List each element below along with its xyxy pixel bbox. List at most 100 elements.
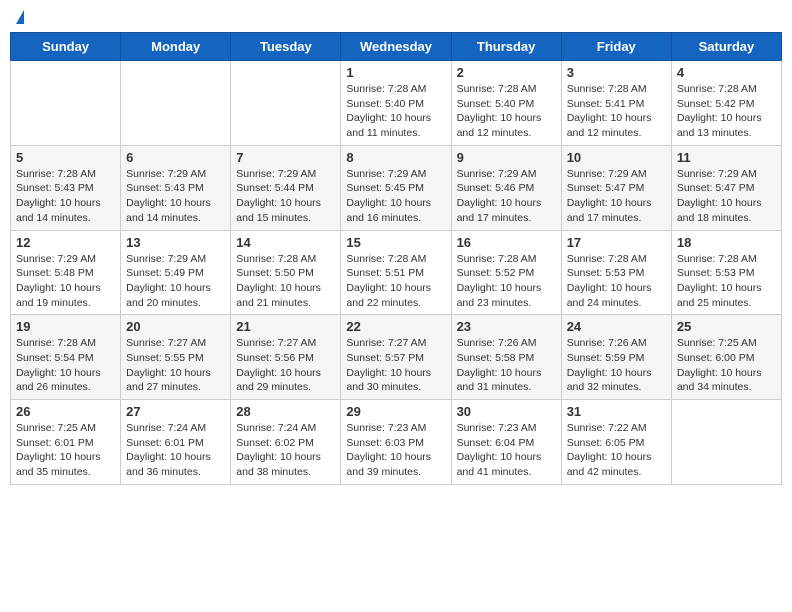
cell-date-number: 18 bbox=[677, 235, 776, 250]
calendar-week-1: 1 Sunrise: 7:28 AM Sunset: 5:40 PM Daylig… bbox=[11, 61, 782, 146]
cell-date-number: 13 bbox=[126, 235, 225, 250]
cell-sun-info: Sunrise: 7:29 AM Sunset: 5:48 PM Dayligh… bbox=[16, 252, 115, 311]
cell-date-number: 12 bbox=[16, 235, 115, 250]
calendar-week-5: 26Sunrise: 7:25 AM Sunset: 6:01 PM Dayli… bbox=[11, 400, 782, 485]
calendar-cell: 29 Sunrise: 7:23 AM Sunset: 6:03 PM Dayli… bbox=[341, 400, 451, 485]
cell-sun-info: Sunrise: 7:27 AM Sunset: 5:56 PM Dayligh… bbox=[236, 336, 335, 395]
cell-sun-info: Sunrise: 7:23 AM Sunset: 6:04 PM Dayligh… bbox=[457, 421, 556, 480]
cell-date-number: 8 bbox=[346, 150, 445, 165]
calendar-cell: 17 Sunrise: 7:28 AM Sunset: 5:53 PM Dayli… bbox=[561, 230, 671, 315]
cell-sun-info: Sunrise: 7:24 AM Sunset: 6:01 PM Dayligh… bbox=[126, 421, 225, 480]
calendar-cell: 3 Sunrise: 7:28 AM Sunset: 5:41 PM Daylig… bbox=[561, 61, 671, 146]
cell-date-number: 9 bbox=[457, 150, 556, 165]
calendar-cell: 9 Sunrise: 7:29 AM Sunset: 5:46 PM Daylig… bbox=[451, 145, 561, 230]
calendar-table: SundayMondayTuesdayWednesdayThursdayFrid… bbox=[10, 32, 782, 485]
cell-sun-info: Sunrise: 7:22 AM Sunset: 6:05 PM Dayligh… bbox=[567, 421, 666, 480]
calendar-cell: 25Sunrise: 7:25 AM Sunset: 6:00 PM Dayli… bbox=[671, 315, 781, 400]
cell-date-number: 31 bbox=[567, 404, 666, 419]
cell-date-number: 30 bbox=[457, 404, 556, 419]
weekday-header-friday: Friday bbox=[561, 33, 671, 61]
calendar-cell: 12 Sunrise: 7:29 AM Sunset: 5:48 PM Dayli… bbox=[11, 230, 121, 315]
cell-sun-info: Sunrise: 7:29 AM Sunset: 5:49 PM Dayligh… bbox=[126, 252, 225, 311]
cell-date-number: 4 bbox=[677, 65, 776, 80]
calendar-cell: 11 Sunrise: 7:29 AM Sunset: 5:47 PM Dayli… bbox=[671, 145, 781, 230]
cell-date-number: 28 bbox=[236, 404, 335, 419]
cell-sun-info: Sunrise: 7:29 AM Sunset: 5:43 PM Dayligh… bbox=[126, 167, 225, 226]
cell-sun-info: Sunrise: 7:28 AM Sunset: 5:41 PM Dayligh… bbox=[567, 82, 666, 141]
cell-sun-info: Sunrise: 7:27 AM Sunset: 5:55 PM Dayligh… bbox=[126, 336, 225, 395]
cell-sun-info: Sunrise: 7:29 AM Sunset: 5:46 PM Dayligh… bbox=[457, 167, 556, 226]
calendar-cell: 5 Sunrise: 7:28 AM Sunset: 5:43 PM Daylig… bbox=[11, 145, 121, 230]
weekday-header-wednesday: Wednesday bbox=[341, 33, 451, 61]
cell-date-number: 19 bbox=[16, 319, 115, 334]
cell-sun-info: Sunrise: 7:28 AM Sunset: 5:53 PM Dayligh… bbox=[567, 252, 666, 311]
cell-date-number: 27 bbox=[126, 404, 225, 419]
calendar-cell: 20 Sunrise: 7:27 AM Sunset: 5:55 PM Dayli… bbox=[121, 315, 231, 400]
calendar-cell: 15 Sunrise: 7:28 AM Sunset: 5:51 PM Dayli… bbox=[341, 230, 451, 315]
calendar-week-2: 5 Sunrise: 7:28 AM Sunset: 5:43 PM Daylig… bbox=[11, 145, 782, 230]
cell-sun-info: Sunrise: 7:28 AM Sunset: 5:42 PM Dayligh… bbox=[677, 82, 776, 141]
page-header bbox=[10, 10, 782, 24]
cell-date-number: 1 bbox=[346, 65, 445, 80]
cell-date-number: 29 bbox=[346, 404, 445, 419]
cell-date-number: 14 bbox=[236, 235, 335, 250]
cell-sun-info: Sunrise: 7:24 AM Sunset: 6:02 PM Dayligh… bbox=[236, 421, 335, 480]
calendar-cell: 14 Sunrise: 7:28 AM Sunset: 5:50 PM Dayli… bbox=[231, 230, 341, 315]
cell-sun-info: Sunrise: 7:28 AM Sunset: 5:40 PM Dayligh… bbox=[346, 82, 445, 141]
calendar-cell: 31 Sunrise: 7:22 AM Sunset: 6:05 PM Dayli… bbox=[561, 400, 671, 485]
cell-date-number: 22 bbox=[346, 319, 445, 334]
cell-date-number: 15 bbox=[346, 235, 445, 250]
calendar-cell: 28 Sunrise: 7:24 AM Sunset: 6:02 PM Dayli… bbox=[231, 400, 341, 485]
cell-sun-info: Sunrise: 7:27 AM Sunset: 5:57 PM Dayligh… bbox=[346, 336, 445, 395]
weekday-header-sunday: Sunday bbox=[11, 33, 121, 61]
calendar-cell: 7 Sunrise: 7:29 AM Sunset: 5:44 PM Daylig… bbox=[231, 145, 341, 230]
calendar-week-3: 12 Sunrise: 7:29 AM Sunset: 5:48 PM Dayli… bbox=[11, 230, 782, 315]
cell-date-number: 3 bbox=[567, 65, 666, 80]
weekday-header-saturday: Saturday bbox=[671, 33, 781, 61]
calendar-cell: 18 Sunrise: 7:28 AM Sunset: 5:53 PM Dayli… bbox=[671, 230, 781, 315]
calendar-cell: 24 Sunrise: 7:26 AM Sunset: 5:59 PM Dayli… bbox=[561, 315, 671, 400]
calendar-cell: 30 Sunrise: 7:23 AM Sunset: 6:04 PM Dayli… bbox=[451, 400, 561, 485]
calendar-cell: 26Sunrise: 7:25 AM Sunset: 6:01 PM Dayli… bbox=[11, 400, 121, 485]
calendar-cell: 13 Sunrise: 7:29 AM Sunset: 5:49 PM Dayli… bbox=[121, 230, 231, 315]
calendar-cell: 16Sunrise: 7:28 AM Sunset: 5:52 PM Dayli… bbox=[451, 230, 561, 315]
cell-date-number: 10 bbox=[567, 150, 666, 165]
calendar-cell: 22 Sunrise: 7:27 AM Sunset: 5:57 PM Dayli… bbox=[341, 315, 451, 400]
cell-date-number: 6 bbox=[126, 150, 225, 165]
cell-sun-info: Sunrise: 7:29 AM Sunset: 5:47 PM Dayligh… bbox=[567, 167, 666, 226]
cell-sun-info: Sunrise: 7:28 AM Sunset: 5:50 PM Dayligh… bbox=[236, 252, 335, 311]
calendar-cell bbox=[11, 61, 121, 146]
cell-sun-info: Sunrise: 7:26 AM Sunset: 5:59 PM Dayligh… bbox=[567, 336, 666, 395]
cell-sun-info: Sunrise: 7:28 AM Sunset: 5:52 PM Dayligh… bbox=[457, 252, 556, 311]
cell-sun-info: Sunrise: 7:28 AM Sunset: 5:53 PM Dayligh… bbox=[677, 252, 776, 311]
cell-date-number: 21 bbox=[236, 319, 335, 334]
cell-date-number: 17 bbox=[567, 235, 666, 250]
cell-sun-info: Sunrise: 7:23 AM Sunset: 6:03 PM Dayligh… bbox=[346, 421, 445, 480]
calendar-cell: 10 Sunrise: 7:29 AM Sunset: 5:47 PM Dayli… bbox=[561, 145, 671, 230]
cell-date-number: 7 bbox=[236, 150, 335, 165]
cell-date-number: 5 bbox=[16, 150, 115, 165]
calendar-cell bbox=[231, 61, 341, 146]
cell-date-number: 26 bbox=[16, 404, 115, 419]
cell-sun-info: Sunrise: 7:28 AM Sunset: 5:43 PM Dayligh… bbox=[16, 167, 115, 226]
cell-sun-info: Sunrise: 7:28 AM Sunset: 5:40 PM Dayligh… bbox=[457, 82, 556, 141]
cell-sun-info: Sunrise: 7:28 AM Sunset: 5:51 PM Dayligh… bbox=[346, 252, 445, 311]
cell-date-number: 23 bbox=[457, 319, 556, 334]
cell-sun-info: Sunrise: 7:29 AM Sunset: 5:47 PM Dayligh… bbox=[677, 167, 776, 226]
cell-date-number: 20 bbox=[126, 319, 225, 334]
cell-sun-info: Sunrise: 7:28 AM Sunset: 5:54 PM Dayligh… bbox=[16, 336, 115, 395]
weekday-header-thursday: Thursday bbox=[451, 33, 561, 61]
logo bbox=[14, 10, 24, 24]
calendar-cell: 2 Sunrise: 7:28 AM Sunset: 5:40 PM Daylig… bbox=[451, 61, 561, 146]
cell-sun-info: Sunrise: 7:29 AM Sunset: 5:44 PM Dayligh… bbox=[236, 167, 335, 226]
calendar-cell bbox=[121, 61, 231, 146]
calendar-cell: 21 Sunrise: 7:27 AM Sunset: 5:56 PM Dayli… bbox=[231, 315, 341, 400]
cell-sun-info: Sunrise: 7:26 AM Sunset: 5:58 PM Dayligh… bbox=[457, 336, 556, 395]
calendar-cell: 4 Sunrise: 7:28 AM Sunset: 5:42 PM Daylig… bbox=[671, 61, 781, 146]
cell-date-number: 11 bbox=[677, 150, 776, 165]
calendar-cell: 8Sunrise: 7:29 AM Sunset: 5:45 PM Daylig… bbox=[341, 145, 451, 230]
cell-date-number: 2 bbox=[457, 65, 556, 80]
calendar-cell: 27 Sunrise: 7:24 AM Sunset: 6:01 PM Dayli… bbox=[121, 400, 231, 485]
cell-date-number: 24 bbox=[567, 319, 666, 334]
cell-date-number: 25 bbox=[677, 319, 776, 334]
